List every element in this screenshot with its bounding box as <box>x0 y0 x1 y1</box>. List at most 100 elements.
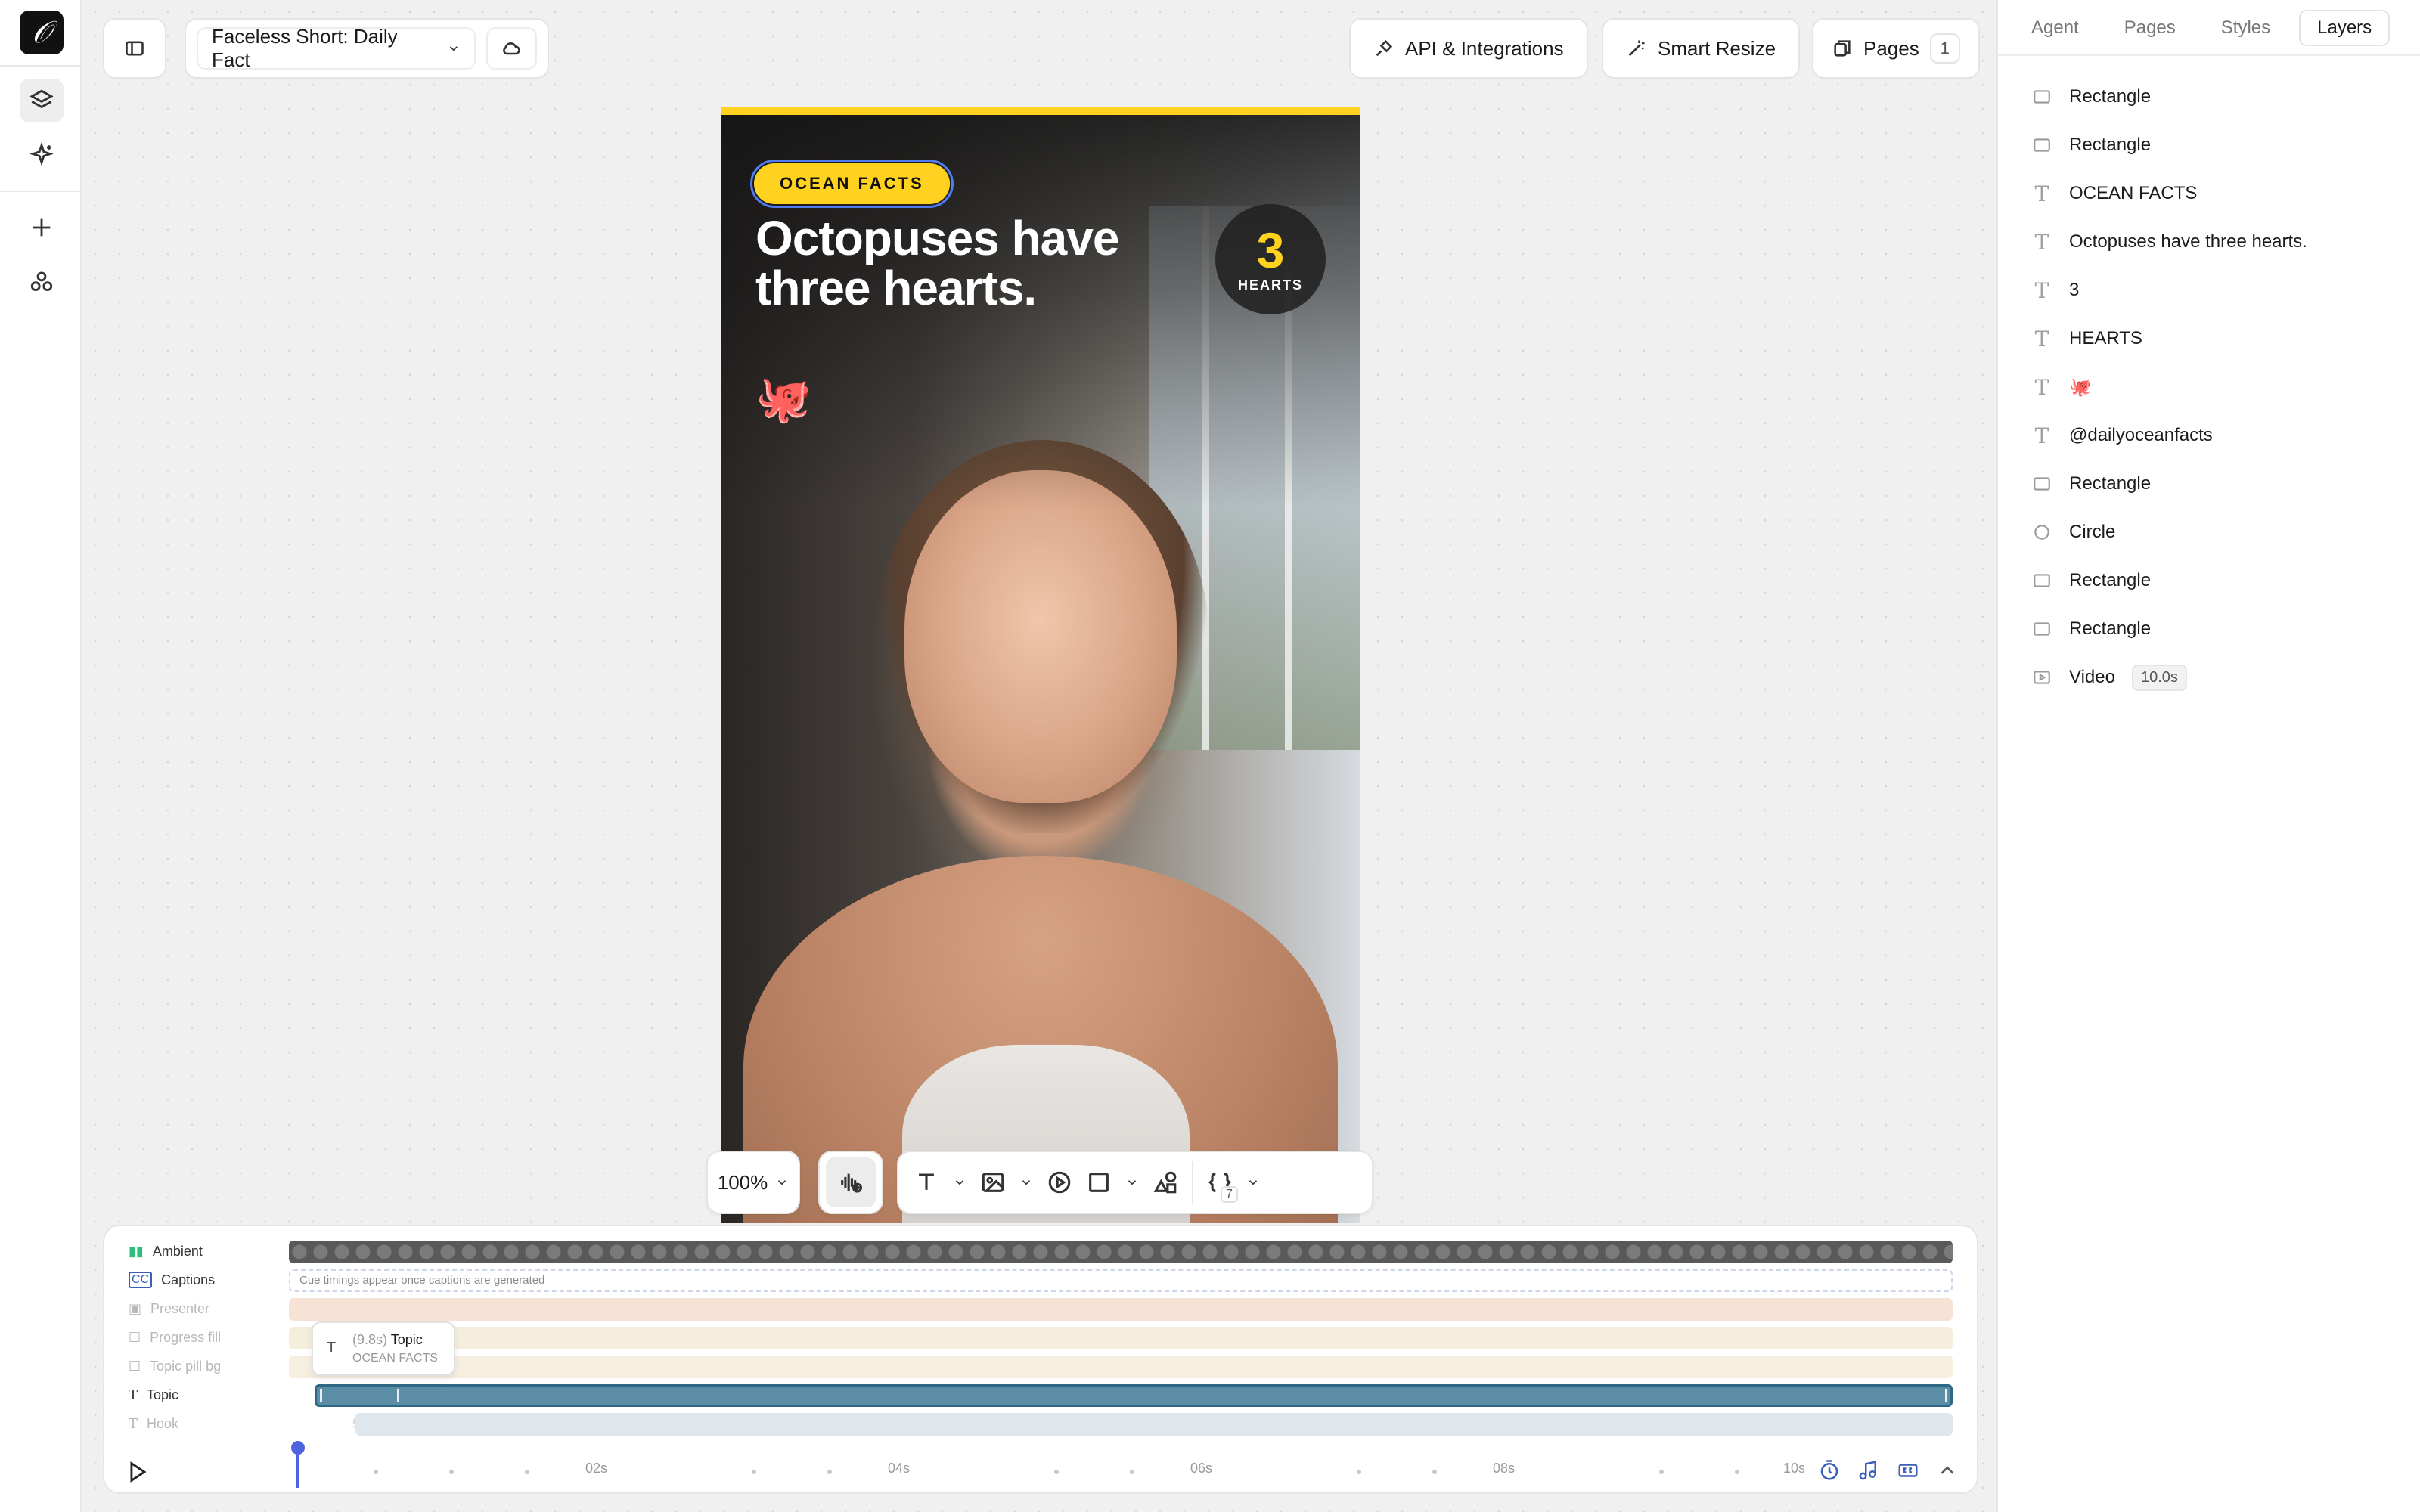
layer-item[interactable]: T Octopuses have three hearts. <box>2031 218 2409 266</box>
api-integrations-button[interactable]: API & Integrations <box>1349 18 1588 79</box>
layers-list: Rectangle Rectangle T OCEAN FACTS T Octo… <box>2031 73 2409 702</box>
ruler-dot <box>827 1470 832 1474</box>
play-icon[interactable] <box>124 1459 150 1485</box>
shape-tool-icon[interactable] <box>1086 1170 1112 1195</box>
topic-clip[interactable] <box>315 1384 1953 1407</box>
stat-circle[interactable]: 3 HEARTS <box>1215 204 1326 314</box>
right-panel: Agent Pages Styles Layers Rectangle Rect… <box>1996 0 2420 1512</box>
captions-icon: CC <box>129 1272 153 1288</box>
captions-lane[interactable]: Cue timings appear once captions are gen… <box>289 1269 1953 1292</box>
presenter-clip[interactable] <box>289 1298 1953 1321</box>
elements-tool-icon[interactable] <box>1153 1170 1178 1195</box>
chevron-down-icon[interactable] <box>1125 1176 1139 1189</box>
magic-wand-icon <box>1628 40 1645 57</box>
video-tool-icon[interactable] <box>1047 1170 1072 1195</box>
track-name: Hook <box>147 1415 179 1431</box>
sidebar-icon <box>126 41 144 56</box>
variables-count-badge: 7 <box>1221 1186 1238 1203</box>
layer-item[interactable]: T 3 <box>2031 266 2409 314</box>
ruler-tick: 04s <box>888 1461 911 1476</box>
chevron-down-icon[interactable] <box>1246 1176 1260 1189</box>
track-row-captions[interactable]: CC Captions Cue timings appear once capt… <box>104 1266 1977 1294</box>
ai-rail-button[interactable] <box>20 133 64 177</box>
layer-name: Video <box>2069 667 2115 687</box>
track-name: Topic pill bg <box>150 1358 222 1374</box>
toggle-sidebar-button[interactable] <box>103 18 166 79</box>
ambient-clip[interactable] <box>289 1241 1953 1263</box>
tab-agent[interactable]: Agent <box>2015 11 2096 45</box>
layer-item[interactable]: Video 10.0s <box>2031 653 2409 702</box>
clip-start-handle[interactable] <box>320 1389 322 1402</box>
variables-button[interactable]: 7 <box>1207 1170 1238 1203</box>
music-icon[interactable] <box>1857 1459 1880 1482</box>
octopus-emoji[interactable]: 🐙 <box>755 372 812 426</box>
layers-icon <box>29 89 54 109</box>
layer-item[interactable]: T OCEAN FACTS <box>2031 169 2409 218</box>
tab-layers[interactable]: Layers <box>2299 10 2391 46</box>
app-logo[interactable]: 𝒪 <box>20 11 64 54</box>
tooltip-duration: (9.8s) <box>352 1332 388 1347</box>
layer-item[interactable]: Rectangle <box>2031 121 2409 169</box>
track-name: Progress fill <box>150 1329 222 1345</box>
left-rail: 𝒪 <box>0 0 82 1512</box>
captions-icon[interactable] <box>1897 1459 1919 1482</box>
layer-item[interactable]: Rectangle <box>2031 73 2409 121</box>
layers-rail-button[interactable] <box>20 79 64 122</box>
track-row-topic[interactable]: T Topic 9.9s <box>104 1380 1977 1409</box>
layer-item[interactable]: T HEARTS <box>2031 314 2409 363</box>
clip-end-handle[interactable] <box>1945 1389 1947 1402</box>
ruler-tick: 06s <box>1190 1461 1213 1476</box>
chevron-down-icon[interactable] <box>1019 1176 1033 1189</box>
components-rail-button[interactable] <box>20 260 64 304</box>
ruler-dot <box>1054 1470 1059 1474</box>
text-icon: T <box>2034 423 2049 448</box>
circle-icon <box>2034 525 2049 540</box>
ruler-dot <box>752 1470 756 1474</box>
timeline-ruler[interactable]: 02s 04s 06s 08s 10s <box>104 1453 1977 1491</box>
timeline-tools <box>1818 1459 1959 1482</box>
track-row-ambient[interactable]: ▮▮ Ambient 10s <box>104 1237 1977 1266</box>
track-row-hook[interactable]: T Hook 9.6s <box>104 1409 1977 1438</box>
chevron-down-icon[interactable] <box>953 1176 966 1189</box>
video-icon <box>2034 671 2050 684</box>
layer-item[interactable]: Rectangle <box>2031 556 2409 605</box>
tooltip-title: (9.8s) Topic <box>352 1332 423 1348</box>
plug-icon <box>1376 39 1393 57</box>
text-tool-icon[interactable] <box>914 1170 939 1195</box>
zoom-dropdown[interactable]: 100% <box>706 1151 800 1214</box>
ruler-dot <box>525 1470 529 1474</box>
cloud-sync-button[interactable] <box>486 27 537 70</box>
rail-divider <box>0 65 82 67</box>
audio-button[interactable] <box>826 1157 876 1207</box>
headline-text[interactable]: Octopuses have three hearts. <box>755 213 1179 313</box>
layer-item[interactable]: Circle <box>2031 508 2409 556</box>
zoom-level: 100% <box>717 1170 768 1194</box>
layer-item[interactable]: T @dailyoceanfacts <box>2031 411 2409 460</box>
tab-styles[interactable]: Styles <box>2204 11 2287 45</box>
video-artboard[interactable]: OCEAN FACTS Octopuses have three hearts.… <box>721 107 1360 1223</box>
clip-keyframe[interactable] <box>397 1389 399 1402</box>
hook-clip[interactable] <box>355 1413 1953 1436</box>
pages-button[interactable]: Pages 1 <box>1812 18 1980 79</box>
topic-pill[interactable]: OCEAN FACTS <box>750 160 954 208</box>
chevron-down-icon <box>778 1180 786 1185</box>
smart-resize-button[interactable]: Smart Resize <box>1602 18 1801 79</box>
topic-pill-bg-clip[interactable] <box>289 1356 1953 1378</box>
chevron-up-icon[interactable] <box>1936 1459 1959 1482</box>
layer-item[interactable]: Rectangle <box>2031 460 2409 508</box>
layer-item[interactable]: T 🐙 <box>2031 363 2409 411</box>
progress-fill-clip[interactable] <box>289 1327 1953 1349</box>
layer-item[interactable]: Rectangle <box>2031 605 2409 653</box>
playhead[interactable] <box>291 1441 305 1488</box>
track-row-presenter[interactable]: ▣ Presenter 10s <box>104 1294 1977 1323</box>
text-track-icon: T <box>129 1415 138 1432</box>
tab-pages[interactable]: Pages <box>2108 11 2192 45</box>
ruler-dot <box>1735 1470 1739 1474</box>
project-title-dropdown[interactable]: Faceless Short: Daily Fact <box>197 25 476 71</box>
presenter-face <box>904 470 1177 803</box>
image-tool-icon[interactable] <box>980 1170 1006 1195</box>
timer-icon[interactable] <box>1818 1459 1841 1482</box>
chevron-down-icon <box>449 46 458 51</box>
rail-divider <box>0 191 82 192</box>
add-rail-button[interactable] <box>20 206 64 249</box>
